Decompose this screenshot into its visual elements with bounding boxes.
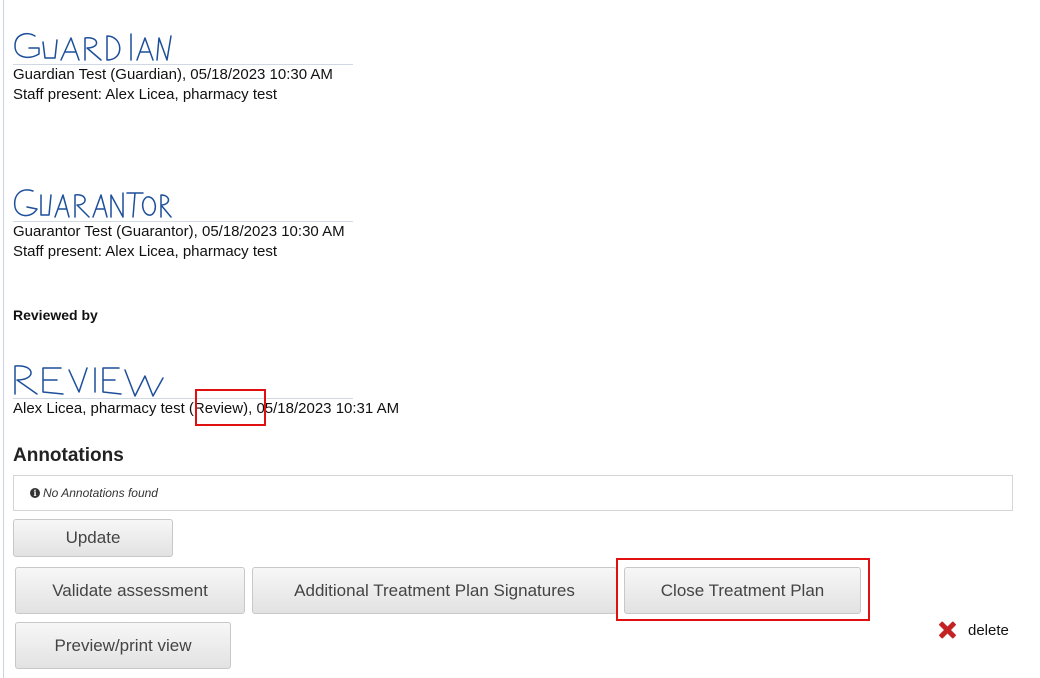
annotations-heading: Annotations xyxy=(13,445,124,466)
info-icon: i xyxy=(30,488,40,498)
additional-signatures-button[interactable]: Additional Treatment Plan Signatures xyxy=(252,567,617,614)
guarantor-staff-present: Staff present: Alex Licea, pharmacy test xyxy=(13,242,278,260)
guarantor-signature-block: Guarantor Test (Guarantor), 05/18/2023 1… xyxy=(13,185,353,261)
guarantor-signature-image xyxy=(13,189,172,218)
reviewer-info: Alex Licea, pharmacy test (Review), 05/1… xyxy=(13,399,399,419)
review-signature-block: Alex Licea, pharmacy test (Review), 05/1… xyxy=(13,362,399,419)
guarantor-signer-info: Guarantor Test (Guarantor), 05/18/2023 1… xyxy=(13,223,345,240)
reviewer-role: (Review) xyxy=(188,400,249,417)
delete-label[interactable]: delete xyxy=(968,622,1009,639)
left-border xyxy=(3,0,4,678)
guardian-staff-present: Staff present: Alex Licea, pharmacy test xyxy=(13,85,278,103)
review-timestamp: 05/18/2023 10:31 AM xyxy=(256,400,400,417)
guardian-signature-block: Guardian Test (Guardian), 05/18/2023 10:… xyxy=(13,28,353,104)
reviewed-by-heading: Reviewed by xyxy=(13,307,98,323)
reviewer-name: Alex Licea, pharmacy test xyxy=(13,400,185,417)
no-annotations-message: No Annotations found xyxy=(43,486,158,500)
review-signature-image xyxy=(14,365,164,397)
update-button[interactable]: Update xyxy=(13,519,173,557)
close-treatment-plan-button[interactable]: Close Treatment Plan xyxy=(624,567,861,614)
validate-assessment-button[interactable]: Validate assessment xyxy=(15,567,245,614)
preview-print-button[interactable]: Preview/print view xyxy=(15,622,231,669)
delete-x-icon[interactable] xyxy=(937,620,957,640)
annotations-panel: i No Annotations found xyxy=(13,475,1013,511)
delete-link[interactable]: delete xyxy=(937,620,1009,640)
guardian-signature-image xyxy=(14,33,172,61)
guardian-signer-info: Guardian Test (Guardian), 05/18/2023 10:… xyxy=(13,66,333,83)
reviewer-role-highlighted: (Review) xyxy=(189,400,248,417)
